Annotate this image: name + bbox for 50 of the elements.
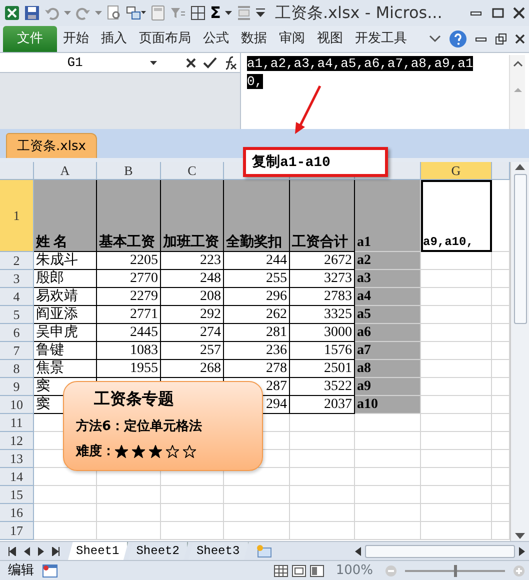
table-cell: 281 [224,324,290,342]
window-title: 工资条.xlsx - Micros... [274,2,442,24]
method-text: 方法6：定位单元格法 [76,418,204,436]
table-cell: 阎亚添 [34,306,97,324]
table-cell: 2771 [97,306,161,324]
table-cell: 208 [161,288,224,306]
table-cell: a9,a10, [421,180,492,252]
table-cell: 易欢靖 [34,288,97,306]
table-cell: 257 [161,342,224,360]
table-cell: 274 [161,324,224,342]
table-cell: 262 [224,306,290,324]
table-cell: 全勤奖扣 [224,180,290,252]
table-cell: a10 [355,396,421,414]
table-cell: 加班工资 [161,180,224,252]
table-cell: 殷郎 [34,270,97,288]
table-cell: a3 [355,270,421,288]
table-cell: 吴申虎 [34,324,97,342]
status-mode: 编辑 [7,562,35,580]
table-cell: a5 [355,306,421,324]
table-cell: 248 [161,270,224,288]
table-cell: 鲁键 [34,342,97,360]
table-cell: 236 [224,342,290,360]
table-cell: 2205 [97,252,161,270]
table-cell: a8 [355,360,421,378]
table-cell: 姓 名 [34,180,97,252]
table-cell: 朱成斗 [34,252,97,270]
table-cell: 2770 [97,270,161,288]
table-cell: a1 [355,180,421,252]
callout-title: 工资条专题 [94,389,175,410]
table-cell: a9 [355,378,421,396]
table-cell: 1083 [97,342,161,360]
table-cell: 255 [224,270,290,288]
copy-note-tooltip: 复制a1-a10 [243,147,388,177]
table-cell: a4 [355,288,421,306]
table-cell: 1955 [97,360,161,378]
table-cell: 223 [161,252,224,270]
table-cell: 278 [224,360,290,378]
table-cell: 基本工资 [97,180,161,252]
table-cell: 292 [161,306,224,324]
table-cell: a6 [355,324,421,342]
table-cell: 244 [224,252,290,270]
table-cell: 工资合计 [290,180,355,252]
table-cell: 2445 [97,324,161,342]
table-cell: 268 [161,360,224,378]
table-cell: 焦景 [34,360,97,378]
difficulty-label: 难度： [76,442,115,460]
table-cell: 296 [224,288,290,306]
table-cell: a7 [355,342,421,360]
table-cell: a2 [355,252,421,270]
table-cell: 2279 [97,288,161,306]
